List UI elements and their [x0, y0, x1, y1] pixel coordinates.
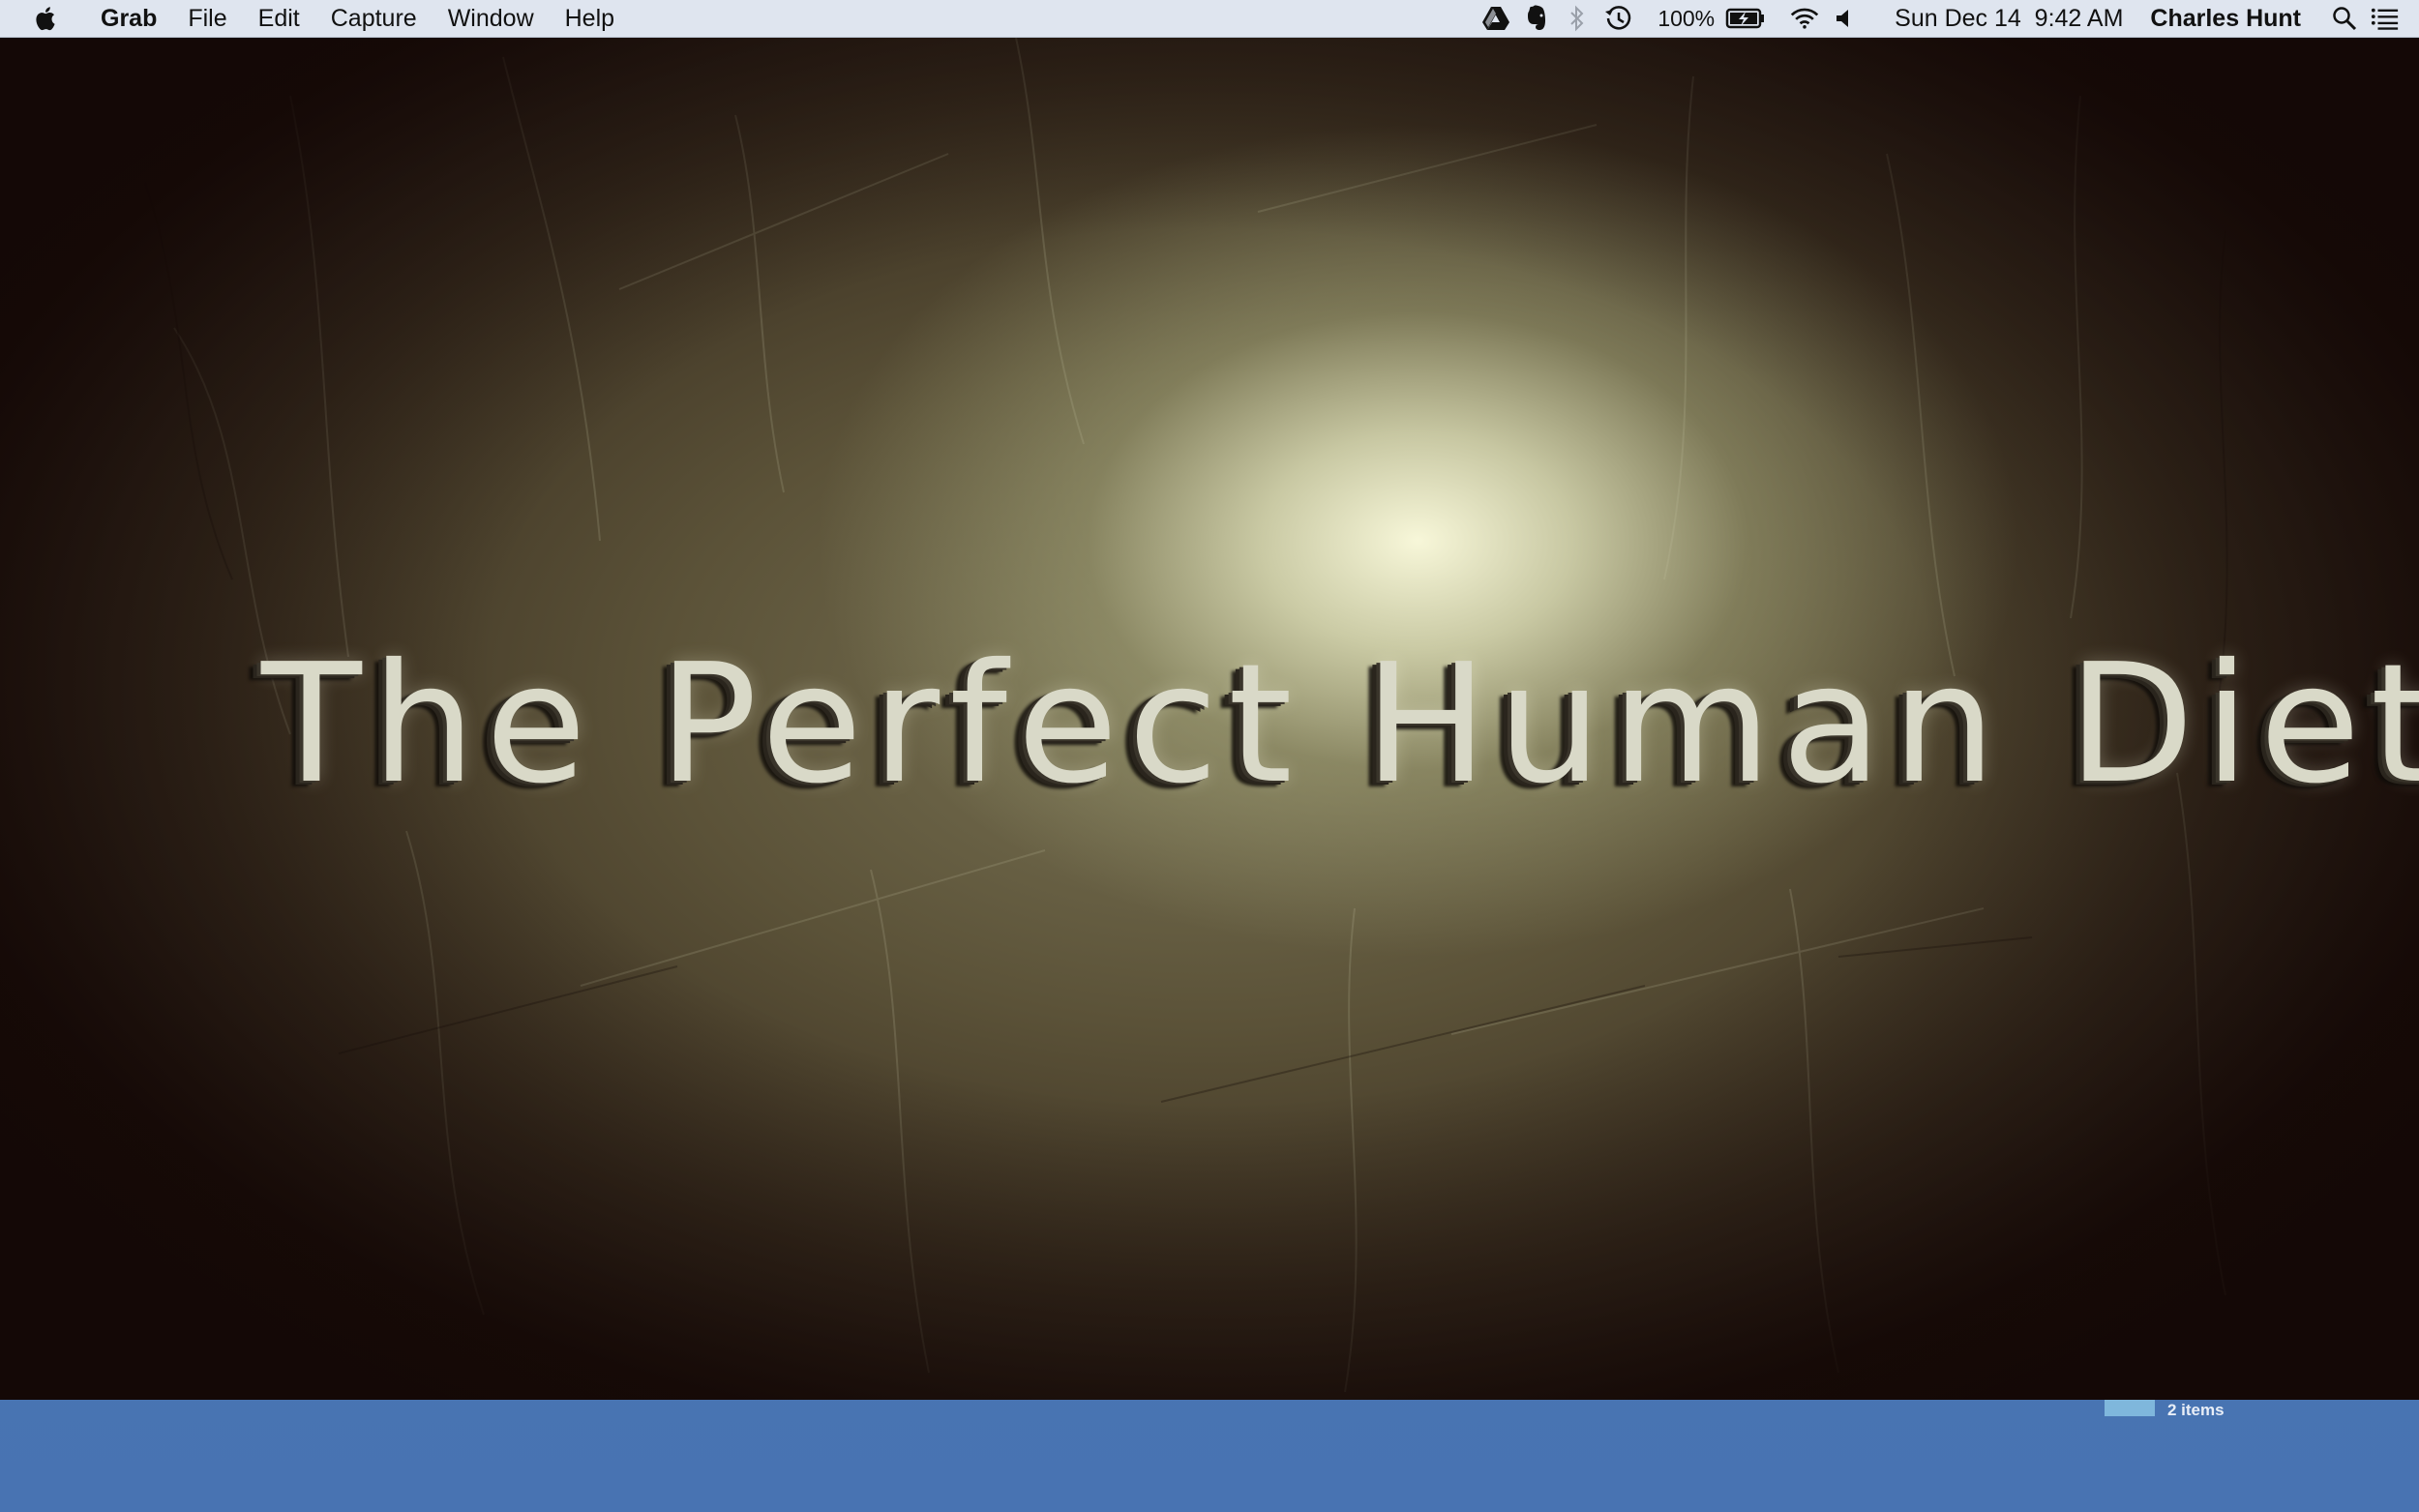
video-player-frame[interactable]: The Perfect Human Diet [0, 38, 2419, 1400]
spotlight-search-icon[interactable] [2330, 4, 2359, 33]
menu-bar-clock[interactable]: Sun Dec 14 9:42 AM [1895, 0, 2123, 37]
google-drive-icon[interactable] [1481, 4, 1510, 33]
menu-capture[interactable]: Capture [315, 0, 433, 37]
screen: Grab File Edit Capture Window Help 100% … [0, 0, 2419, 1512]
menu-file[interactable]: File [172, 0, 242, 37]
evernote-icon[interactable] [1522, 4, 1551, 33]
battery-percentage[interactable]: 100% [1657, 0, 1715, 37]
battery-charging-icon[interactable] [1724, 4, 1767, 33]
video-title-text: The Perfect Human Diet [261, 629, 2419, 820]
fast-user-switch-name[interactable]: Charles Hunt [2150, 0, 2301, 37]
time-machine-icon[interactable] [1603, 4, 1632, 33]
app-menu-grab[interactable]: Grab [85, 0, 172, 37]
menu-edit[interactable]: Edit [243, 0, 315, 37]
apple-logo [36, 7, 55, 31]
wifi-icon[interactable] [1790, 4, 1819, 33]
menu-bar: Grab File Edit Capture Window Help 100% … [0, 0, 2419, 38]
desktop-item-count: 2 items [2167, 1401, 2225, 1419]
apple-menu-icon[interactable] [29, 0, 64, 37]
bluetooth-icon[interactable] [1563, 4, 1592, 33]
menu-window[interactable]: Window [433, 0, 550, 37]
menu-bar-status-area: 100% Sun Dec 14 9:42 AM Charles Hunt [1476, 0, 2419, 37]
volume-icon[interactable] [1831, 4, 1860, 33]
menu-help[interactable]: Help [550, 0, 630, 37]
desktop-folder-icon[interactable] [2105, 1400, 2155, 1416]
notification-center-icon[interactable] [2371, 4, 2400, 33]
menu-bar-left: Grab File Edit Capture Window Help [0, 0, 630, 37]
